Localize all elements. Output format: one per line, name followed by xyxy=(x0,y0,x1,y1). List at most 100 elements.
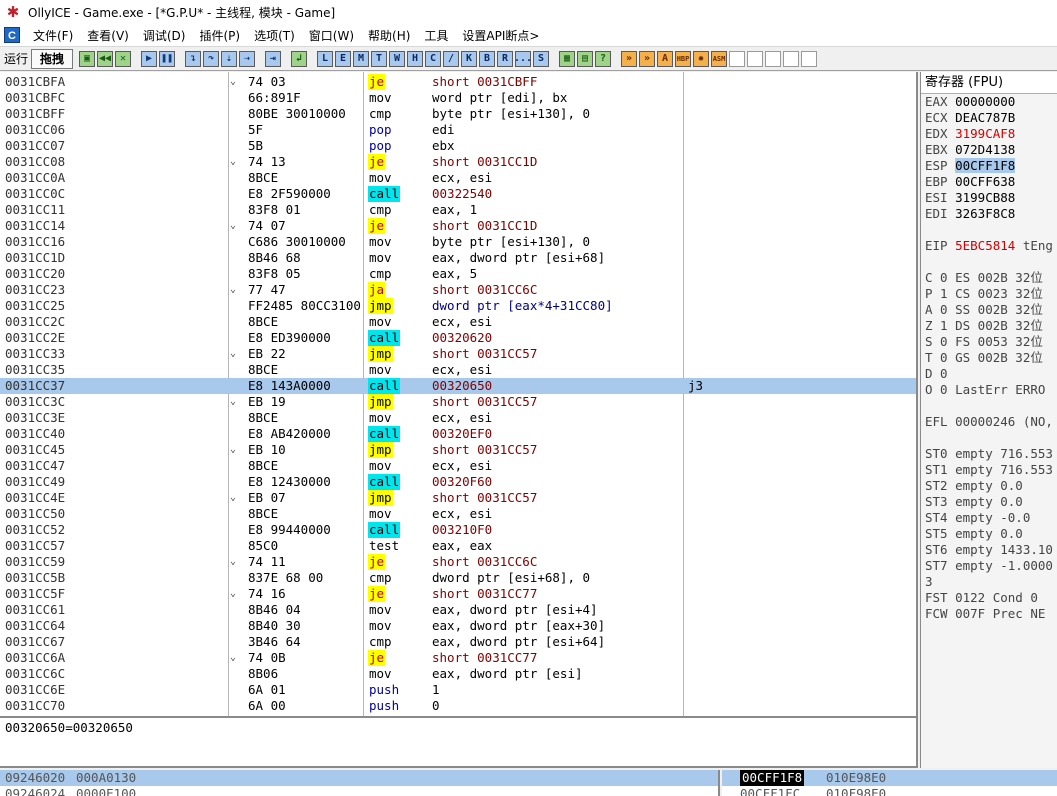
trace-over-icon[interactable]: ⇢ xyxy=(239,50,256,67)
system-menu-icon[interactable]: C xyxy=(4,27,20,43)
register-row[interactable]: EFL 00000246 (NO, xyxy=(925,414,1053,430)
register-row[interactable]: ECX DEAC787B xyxy=(925,110,1015,126)
toolbar-blank-button[interactable] xyxy=(729,50,746,67)
toolbar-letter-button-10[interactable]: R xyxy=(497,50,514,67)
disasm-row[interactable]: 0031CBFF 80BE 30010000 cmp byte ptr [esi+13… xyxy=(0,106,916,122)
register-value[interactable]: 5EBC5814 xyxy=(955,238,1015,253)
menu-plugins[interactable]: 插件(P) xyxy=(192,27,247,44)
menu-help[interactable]: 帮助(H) xyxy=(361,27,417,44)
goto-user-code-icon[interactable]: ↲ xyxy=(291,50,308,67)
trace-into-icon[interactable]: ⇣ xyxy=(221,50,238,67)
dump-row[interactable]: 09246020 000A0130 xyxy=(0,770,718,786)
register-row[interactable]: D 0 xyxy=(925,366,948,382)
disasm-row[interactable]: 0031CC50 8BCE mov ecx, esi xyxy=(0,506,916,522)
plugin-5-icon[interactable]: ✹ xyxy=(693,50,710,67)
disasm-row[interactable]: 0031CC0A 8BCE mov ecx, esi xyxy=(0,170,916,186)
disasm-row[interactable]: 0031CC57 85C0 test eax, eax xyxy=(0,538,916,554)
register-row[interactable]: A 0 SS 002B 32位 xyxy=(925,302,1043,318)
menu-set-api-breakpoint[interactable]: 设置API断点> xyxy=(455,27,546,44)
toolbar-letter-button-4[interactable]: W xyxy=(389,50,406,67)
execute-till-return-icon[interactable]: ⇥ xyxy=(265,50,282,67)
register-row[interactable]: S 0 FS 0053 32位 xyxy=(925,334,1043,350)
disasm-row[interactable]: 0031CC67 3B46 64 cmp eax, dword ptr [esi+64… xyxy=(0,634,916,650)
disasm-row[interactable]: 0031CC2C 8BCE mov ecx, esi xyxy=(0,314,916,330)
disasm-row[interactable]: 0031CC33 ⌄ EB 22 jmp short 0031CC57 xyxy=(0,346,916,362)
register-row[interactable]: ST2 empty 0.0 xyxy=(925,478,1023,494)
menu-tools[interactable]: 工具 xyxy=(417,27,455,44)
disasm-row[interactable]: 0031CC49 E8 12430000 call 00320F60 xyxy=(0,474,916,490)
drag-label[interactable]: 拖拽 xyxy=(31,48,74,69)
register-value[interactable]: 3199CB88 xyxy=(955,190,1015,205)
register-value[interactable]: DEAC787B xyxy=(955,110,1015,125)
disasm-row[interactable]: 0031CC64 8B40 30 mov eax, dword ptr [eax+30… xyxy=(0,618,916,634)
help-icon[interactable]: ? xyxy=(595,50,612,67)
toolbar-blank-button[interactable] xyxy=(783,50,800,67)
disasm-row[interactable]: 0031CC45 ⌄ EB 10 jmp short 0031CC57 xyxy=(0,442,916,458)
disasm-row[interactable]: 0031CC70 6A 00 push 0 xyxy=(0,698,916,714)
register-row[interactable]: ST4 empty -0.0 xyxy=(925,510,1030,526)
registers-header[interactable]: 寄存器 (FPU) xyxy=(921,72,1057,94)
register-row[interactable]: P 1 CS 0023 32位 xyxy=(925,286,1043,302)
disasm-row[interactable]: 0031CC6C 8B06 mov eax, dword ptr [esi] xyxy=(0,666,916,682)
register-row[interactable]: FCW 007F Prec NE xyxy=(925,606,1045,622)
disasm-row[interactable]: 0031CC08 ⌄ 74 13 je short 0031CC1D xyxy=(0,154,916,170)
register-row[interactable]: EBP 00CFF638 xyxy=(925,174,1015,190)
disasm-row[interactable]: 0031CC5B 837E 68 00 cmp dword ptr [esi+68],… xyxy=(0,570,916,586)
register-row[interactable]: EBX 072D4138 xyxy=(925,142,1015,158)
hardware-bp-icon[interactable]: HBP xyxy=(675,50,692,67)
disasm-row[interactable]: 0031CBFC 66:891F mov word ptr [edi], bx xyxy=(0,90,916,106)
disasm-row[interactable]: 0031CC20 83F8 05 cmp eax, 5 xyxy=(0,266,916,282)
register-row[interactable]: Z 1 DS 002B 32位 xyxy=(925,318,1043,334)
disasm-row[interactable]: 0031CC07 5B pop ebx xyxy=(0,138,916,154)
pause-icon[interactable]: ❚❚ xyxy=(159,50,176,67)
register-row[interactable]: EIP 5EBC5814 tEng xyxy=(925,238,1053,254)
disasm-row[interactable]: 0031CC6E 6A 01 push 1 xyxy=(0,682,916,698)
registers-pane[interactable]: 寄存器 (FPU) EAX 00000000 ECX DEAC787B EDX 31… xyxy=(920,72,1057,768)
register-row[interactable]: ESP 00CFF1F8 xyxy=(925,158,1016,174)
menu-file[interactable]: 文件(F) xyxy=(26,27,80,44)
disasm-row[interactable]: 0031CC52 E8 99440000 call 003210F0 xyxy=(0,522,916,538)
disasm-row[interactable]: 0031CC23 ⌄ 77 47 ja short 0031CC6C xyxy=(0,282,916,298)
run-icon[interactable]: ▶ xyxy=(141,50,158,67)
disasm-row[interactable]: 0031CC47 8BCE mov ecx, esi xyxy=(0,458,916,474)
disasm-row[interactable]: 0031CC25 FF2485 80CC3100 jmp dword ptr [eax… xyxy=(0,298,916,314)
toolbar-letter-button-9[interactable]: B xyxy=(479,50,496,67)
options-icon[interactable]: ▤ xyxy=(577,50,594,67)
disasm-row[interactable]: 0031CC3C ⌄ EB 19 jmp short 0031CC57 xyxy=(0,394,916,410)
disasm-row[interactable]: 0031CC37 E8 143A0000 call 00320650 j3 xyxy=(0,378,916,394)
register-value[interactable]: 3199CAF8 xyxy=(955,126,1015,141)
disasm-row[interactable]: 0031CC6A ⌄ 74 0B je short 0031CC77 xyxy=(0,650,916,666)
disasm-row[interactable]: 0031CC61 8B46 04 mov eax, dword ptr [esi+4] xyxy=(0,602,916,618)
open-icon[interactable]: ▣ xyxy=(79,50,96,67)
register-row[interactable]: ST7 empty -1.0000 xyxy=(925,558,1053,574)
stack-row[interactable]: 00CFF1F8 010E98E0 xyxy=(722,770,1057,786)
toolbar-letter-button-0[interactable]: L xyxy=(317,50,334,67)
disassembly-pane[interactable]: 0031CBFA ⌄ 74 03 je short 0031CBFF 0031CBFC 66… xyxy=(0,72,918,718)
disasm-row[interactable]: 0031CC11 83F8 01 cmp eax, 1 xyxy=(0,202,916,218)
menu-view[interactable]: 查看(V) xyxy=(80,27,136,44)
grid-icon[interactable]: ▦ xyxy=(559,50,576,67)
disasm-row[interactable]: 0031CC1D 8B46 68 mov eax, dword ptr [esi+68… xyxy=(0,250,916,266)
toolbar-letter-button-12[interactable]: S xyxy=(533,50,550,67)
register-value[interactable]: 00CFF638 xyxy=(955,174,1015,189)
toolbar-letter-button-6[interactable]: C xyxy=(425,50,442,67)
register-row[interactable]: O 0 LastErr ERRO xyxy=(925,382,1045,398)
register-row[interactable]: ST1 empty 716.553 xyxy=(925,462,1053,478)
toolbar-letter-button-8[interactable]: K xyxy=(461,50,478,67)
toolbar-blank-button[interactable] xyxy=(747,50,764,67)
step-into-icon[interactable]: ↴ xyxy=(185,50,202,67)
plugin-3-icon[interactable]: A xyxy=(657,50,674,67)
disasm-row[interactable]: 0031CC0C E8 2F590000 call 00322540 xyxy=(0,186,916,202)
plugin-2-icon[interactable]: » xyxy=(639,50,656,67)
disasm-row[interactable]: 0031CC06 5F pop edi xyxy=(0,122,916,138)
menu-window[interactable]: 窗口(W) xyxy=(302,27,361,44)
asm-icon[interactable]: ASM xyxy=(711,50,728,67)
stack-pane[interactable]: 00CFF1F8 010E98E0 00CFF1FC 010F98E0 xyxy=(722,770,1057,796)
disasm-row[interactable]: 0031CC14 ⌄ 74 07 je short 0031CC1D xyxy=(0,218,916,234)
disasm-row[interactable]: 0031CC5F ⌄ 74 16 je short 0031CC77 xyxy=(0,586,916,602)
toolbar-letter-button-5[interactable]: H xyxy=(407,50,424,67)
register-row[interactable]: ST5 empty 0.0 xyxy=(925,526,1023,542)
toolbar-blank-button[interactable] xyxy=(801,50,818,67)
register-row[interactable]: C 0 ES 002B 32位 xyxy=(925,270,1043,286)
disasm-row[interactable]: 0031CC16 C686 30010000 mov byte ptr [esi+13… xyxy=(0,234,916,250)
